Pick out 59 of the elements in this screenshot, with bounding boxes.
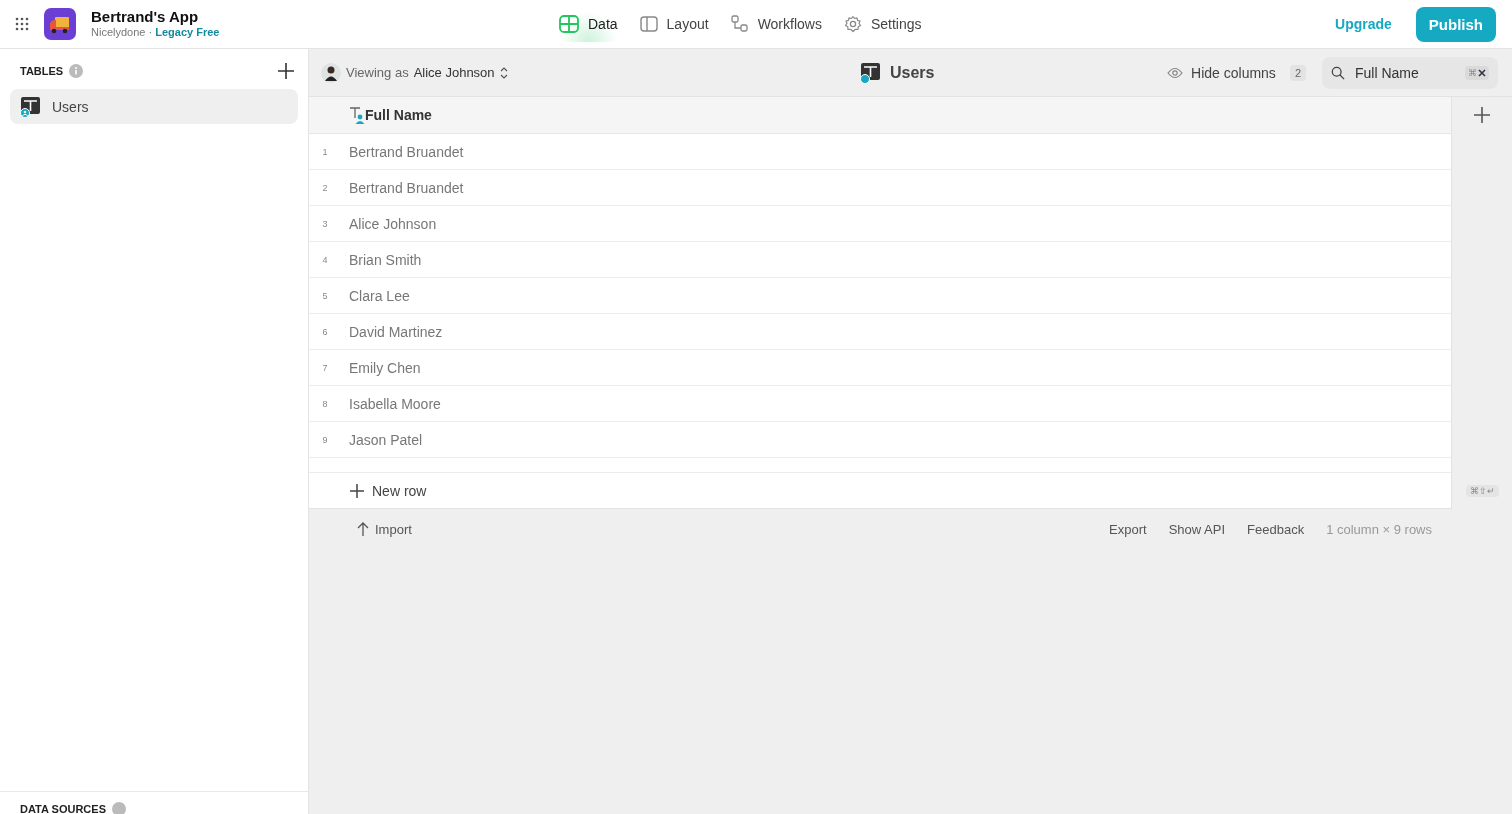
nav-tab[interactable]: Layout xyxy=(635,6,713,42)
shortcut-hint: ⌘⇧↵ xyxy=(1465,485,1499,497)
row-number: 3 xyxy=(321,218,329,229)
table-cell: David Martinez xyxy=(349,323,443,340)
eye-icon xyxy=(1167,66,1184,79)
table-cell: Isabella Moore xyxy=(349,395,441,412)
table-icon xyxy=(20,95,42,118)
plan-link[interactable]: Legacy Free xyxy=(155,26,220,39)
truck-logo-icon xyxy=(44,8,76,40)
avatar-icon xyxy=(321,62,341,83)
table-cell: Emily Chen xyxy=(349,359,421,376)
table-cell: Alice Johnson xyxy=(349,215,437,232)
nav-tab[interactable]: Settings xyxy=(839,6,926,42)
search-icon xyxy=(1331,64,1345,81)
settings-icon xyxy=(843,15,862,33)
arrow-up-icon xyxy=(357,522,369,536)
table-cell: Brian Smith xyxy=(349,251,422,268)
row-number: 7 xyxy=(321,362,329,373)
row-number: 6 xyxy=(321,326,329,337)
flow-icon xyxy=(730,15,749,33)
row-number: 4 xyxy=(321,254,329,265)
close-icon[interactable] xyxy=(1478,68,1486,77)
grid-icon xyxy=(559,15,579,33)
section-title: TABLES xyxy=(20,65,64,77)
section-title: DATA SOURCES xyxy=(20,803,106,814)
table-cell: Bertrand Bruandet xyxy=(349,143,464,160)
add-icon[interactable] xyxy=(278,63,294,79)
row-number: 9 xyxy=(321,434,329,445)
workspace-name: Nicelydone xyxy=(91,26,146,39)
footer-link[interactable]: Feedback xyxy=(1247,521,1305,537)
search-field[interactable]: Full Name ⌘ xyxy=(1322,56,1498,89)
nav-tab[interactable]: Workflows xyxy=(726,6,826,42)
text-user-icon xyxy=(349,106,365,124)
chevron-updown-icon xyxy=(499,66,508,79)
apps-grid-icon[interactable] xyxy=(15,17,29,31)
viewing-as-selector[interactable]: Viewing as Alice Johnson xyxy=(321,62,508,83)
footer-link[interactable]: Show API xyxy=(1168,521,1226,537)
table-icon xyxy=(860,61,882,84)
app-name: Bertrand's App xyxy=(91,8,200,27)
table-cell: Bertrand Bruandet xyxy=(349,179,464,196)
separator: · xyxy=(148,26,153,39)
sidebar-item[interactable]: Users xyxy=(10,89,298,124)
table-cell: Jason Patel xyxy=(349,431,423,448)
row-number: 1 xyxy=(321,146,329,157)
table-title: Users xyxy=(890,63,935,82)
layout-icon xyxy=(639,15,658,33)
plus-icon xyxy=(350,483,364,498)
hidden-count-badge: 2 xyxy=(1289,64,1306,81)
row-number: 2 xyxy=(321,182,329,193)
column-header[interactable]: Full Name xyxy=(349,106,432,124)
footer-link[interactable]: Export xyxy=(1109,521,1147,537)
add-column-icon[interactable] xyxy=(1474,107,1490,123)
hide-columns-button[interactable]: Hide columns xyxy=(1161,63,1282,82)
row-number: 5 xyxy=(321,290,329,301)
new-row-button[interactable]: New row xyxy=(309,473,433,508)
import-button[interactable]: Import xyxy=(351,520,418,538)
row-number: 8 xyxy=(321,398,329,409)
table-cell: Clara Lee xyxy=(349,287,410,304)
table-summary: 1 column × 9 rows xyxy=(1326,521,1432,537)
